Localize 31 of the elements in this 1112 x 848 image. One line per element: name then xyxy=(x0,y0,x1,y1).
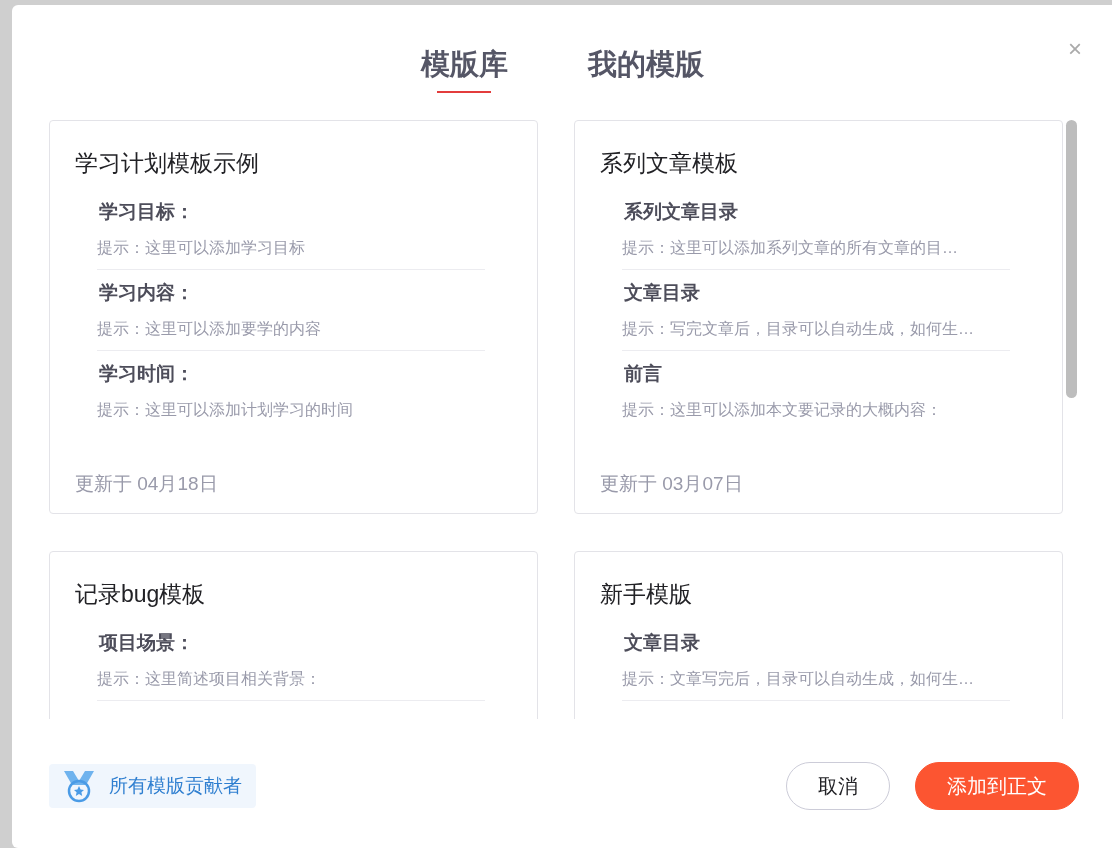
section-hint: 提示：文章写完后，目录可以自动生成，如何生… xyxy=(622,669,975,689)
section-heading: 项目场景： xyxy=(97,631,195,655)
update-date: 更新于 03月07日 xyxy=(600,472,744,496)
template-card[interactable]: 学习计划模板示例 学习目标： 提示：这里可以添加学习目标 学习内容： 提示：这里可以添加要学的内容 学习时间： 提示：这里可以添加计划学习的时间 更新于 04月18日 xyxy=(49,120,538,514)
medal-icon xyxy=(61,769,97,803)
section-hint: 提示：这里可以添加本文要记录的大概内容： xyxy=(622,400,943,420)
card-title: 学习计划模板示例 xyxy=(75,149,260,177)
template-card[interactable]: 系列文章模板 系列文章目录 提示：这里可以添加系列文章的所有文章的目… 文章目录 提示：写完文章后，目录可以自动生成，如何生… 前言 提示：这里可以添加本文要记录的大概内容： 更新于 03月07日 xyxy=(574,120,1063,514)
card-title: 新手模版 xyxy=(600,580,693,608)
card-title: 记录bug模板 xyxy=(75,580,207,608)
tab[interactable]: 我的模版 xyxy=(587,45,704,95)
contributors-label: 所有模版贡献者 xyxy=(109,774,242,798)
tab[interactable]: 模版库 xyxy=(420,45,508,95)
section-heading: 学习目标： xyxy=(98,200,195,224)
contributors-link[interactable]: 所有模版贡献者 xyxy=(49,764,256,808)
section-hint: 提示：这里可以添加学习目标 xyxy=(97,238,306,258)
update-date: 更新于 04月18日 xyxy=(75,472,219,496)
section-heading: 学习内容： xyxy=(98,281,195,305)
section-hint: 提示：这里可以添加系列文章的所有文章的目… xyxy=(622,238,959,258)
section-heading: 文章目录 xyxy=(623,631,701,655)
section-hint: 提示：这里可以添加要学的内容 xyxy=(97,319,322,339)
scrollbar[interactable] xyxy=(1066,120,1077,398)
card-title: 系列文章模板 xyxy=(600,149,739,177)
section-hint: 提示：这里可以添加计划学习的时间 xyxy=(97,400,354,420)
section-hint: 提示：这里简述项目相关背景： xyxy=(97,669,322,689)
section-hint: 提示：写完文章后，目录可以自动生成，如何生… xyxy=(622,319,975,339)
cancel-button[interactable]: 取消 xyxy=(786,762,890,810)
section-heading: 文章目录 xyxy=(623,281,701,305)
section-heading: 系列文章目录 xyxy=(623,200,739,224)
section-heading: 前言 xyxy=(623,362,663,386)
section-heading: 学习时间： xyxy=(98,362,195,386)
